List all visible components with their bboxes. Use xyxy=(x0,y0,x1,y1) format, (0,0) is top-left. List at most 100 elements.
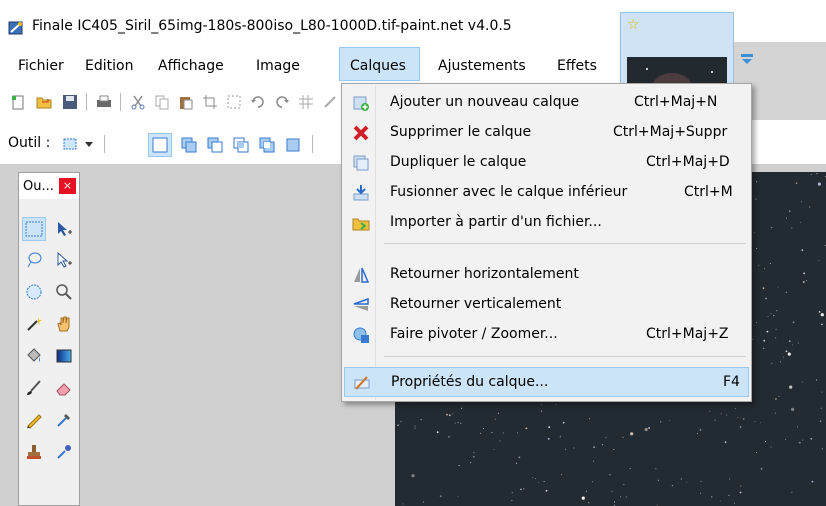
star-dot xyxy=(756,181,758,183)
menu-item-merge-layer-down[interactable]: Fusionner avec le calque inférieur Ctrl+… xyxy=(344,178,749,208)
star-dot xyxy=(765,297,767,300)
tool-rectangle-select[interactable] xyxy=(22,217,46,241)
star-dot xyxy=(821,391,823,393)
star-dot xyxy=(547,438,550,440)
import-file-icon xyxy=(352,218,370,231)
menu-item-duplicate-layer[interactable]: Dupliquer le calque Ctrl+Maj+D xyxy=(344,148,749,178)
menu-item-flip-horizontal[interactable]: Retourner horizontalement xyxy=(344,260,749,290)
redo-icon[interactable] xyxy=(274,94,290,110)
undo-icon[interactable] xyxy=(250,94,266,110)
crop-to-selection-icon[interactable] xyxy=(202,94,218,110)
menu-item-layer-properties[interactable]: Propriétés du calque... F4 xyxy=(344,367,749,397)
save-icon[interactable] xyxy=(62,94,78,110)
star-dot xyxy=(769,263,771,264)
open-file-icon[interactable] xyxy=(36,94,52,110)
star-dot xyxy=(515,462,517,464)
star-dot xyxy=(756,452,757,453)
tools-panel-titlebar[interactable]: Ou... × xyxy=(19,173,79,199)
ruler-icon[interactable] xyxy=(322,94,338,110)
star-dot xyxy=(785,291,787,293)
menu-item-delete-layer[interactable]: Supprimer le calque Ctrl+Maj+Suppr xyxy=(344,118,749,148)
selection-mode-replace-button[interactable] xyxy=(148,133,172,157)
lasso-select-icon[interactable] xyxy=(25,251,43,269)
star-dot xyxy=(656,504,658,506)
rectangle-select-icon[interactable] xyxy=(62,136,78,152)
star-dot xyxy=(820,313,824,317)
pencil-icon[interactable] xyxy=(25,411,43,429)
new-file-icon[interactable] xyxy=(10,94,26,110)
star-dot xyxy=(414,425,416,427)
selection-xor-icon[interactable] xyxy=(284,136,302,154)
move-selection-icon[interactable] xyxy=(55,220,73,238)
star-dot xyxy=(787,352,791,356)
menu-item-label: Propriétés du calque... xyxy=(391,374,549,390)
menu-calques[interactable]: Calques xyxy=(350,58,406,74)
menu-item-rotate-zoom[interactable]: Faire pivoter / Zoomer... Ctrl+Maj+Z xyxy=(344,320,749,350)
star-dot xyxy=(770,313,772,315)
magic-wand-icon[interactable] xyxy=(25,315,43,333)
menu-edition[interactable]: Edition xyxy=(85,58,133,74)
chevron-down-icon[interactable] xyxy=(84,138,94,150)
star-dot xyxy=(545,489,548,492)
menu-fichier[interactable]: Fichier xyxy=(18,58,64,74)
selection-xor-icon[interactable] xyxy=(258,136,276,154)
paste-icon[interactable] xyxy=(178,94,194,110)
star-dot xyxy=(700,492,701,494)
star-dot xyxy=(593,460,594,462)
pan-hand-icon[interactable] xyxy=(55,315,73,333)
selection-intersect-icon[interactable] xyxy=(232,136,250,154)
star-dot xyxy=(564,448,566,450)
color-picker-icon[interactable] xyxy=(55,411,73,429)
star-dot xyxy=(740,485,742,487)
star-dot xyxy=(537,481,539,483)
chevron-down-icon[interactable] xyxy=(740,52,754,66)
menu-affichage[interactable]: Affichage xyxy=(158,58,224,74)
paint-bucket-icon[interactable] xyxy=(25,347,43,365)
menu-item-label: Faire pivoter / Zoomer... xyxy=(390,326,558,342)
menu-item-import-from-file[interactable]: Importer à partir d'un fichier... xyxy=(344,208,749,238)
menu-image[interactable]: Image xyxy=(256,58,300,74)
menu-separator xyxy=(384,243,746,244)
star-dot xyxy=(802,439,804,441)
menu-effets[interactable]: Effets xyxy=(557,58,597,74)
star-dot xyxy=(735,407,737,409)
recolor-icon[interactable] xyxy=(55,443,73,461)
tools-panel-title: Ou... xyxy=(23,179,54,194)
star-dot xyxy=(561,474,562,476)
cut-icon[interactable] xyxy=(130,94,146,110)
star-dot xyxy=(630,432,634,436)
menu-separator xyxy=(384,356,746,357)
clone-stamp-icon[interactable] xyxy=(25,443,43,461)
ellipse-select-icon[interactable] xyxy=(25,283,43,301)
copy-icon[interactable] xyxy=(154,94,170,110)
star-dot xyxy=(535,478,537,479)
star-dot xyxy=(483,428,484,429)
menu-item-add-new-layer[interactable]: Ajouter un nouveau calque Ctrl+Maj+N xyxy=(344,88,749,118)
star-dot xyxy=(520,488,522,491)
star-dot xyxy=(755,322,757,323)
star-dot xyxy=(770,446,772,448)
eraser-icon[interactable] xyxy=(55,379,73,397)
zoom-icon[interactable] xyxy=(55,283,73,301)
gradient-icon[interactable] xyxy=(55,347,73,365)
selection-exclude-icon[interactable] xyxy=(206,136,224,154)
close-tools-panel-button[interactable]: × xyxy=(59,178,76,194)
menu-item-label: Retourner horizontalement xyxy=(390,266,579,282)
star-dot xyxy=(592,481,594,483)
star-dot xyxy=(696,433,698,434)
star-dot xyxy=(480,432,481,434)
menu-item-flip-vertical[interactable]: Retourner verticalement xyxy=(344,290,749,320)
grid-icon[interactable] xyxy=(298,94,314,110)
star-dot xyxy=(493,448,495,450)
star-dot xyxy=(802,281,805,283)
star-dot xyxy=(559,436,561,438)
deselect-icon[interactable] xyxy=(226,94,242,110)
print-icon[interactable] xyxy=(96,94,112,110)
star-dot xyxy=(680,478,682,480)
move-selected-pixels-icon[interactable] xyxy=(55,251,73,269)
star-dot xyxy=(420,419,422,421)
paintbrush-icon[interactable] xyxy=(25,379,43,397)
menu-ajustements[interactable]: Ajustements xyxy=(438,58,526,74)
star-dot xyxy=(792,321,795,324)
selection-union-icon[interactable] xyxy=(180,136,198,154)
